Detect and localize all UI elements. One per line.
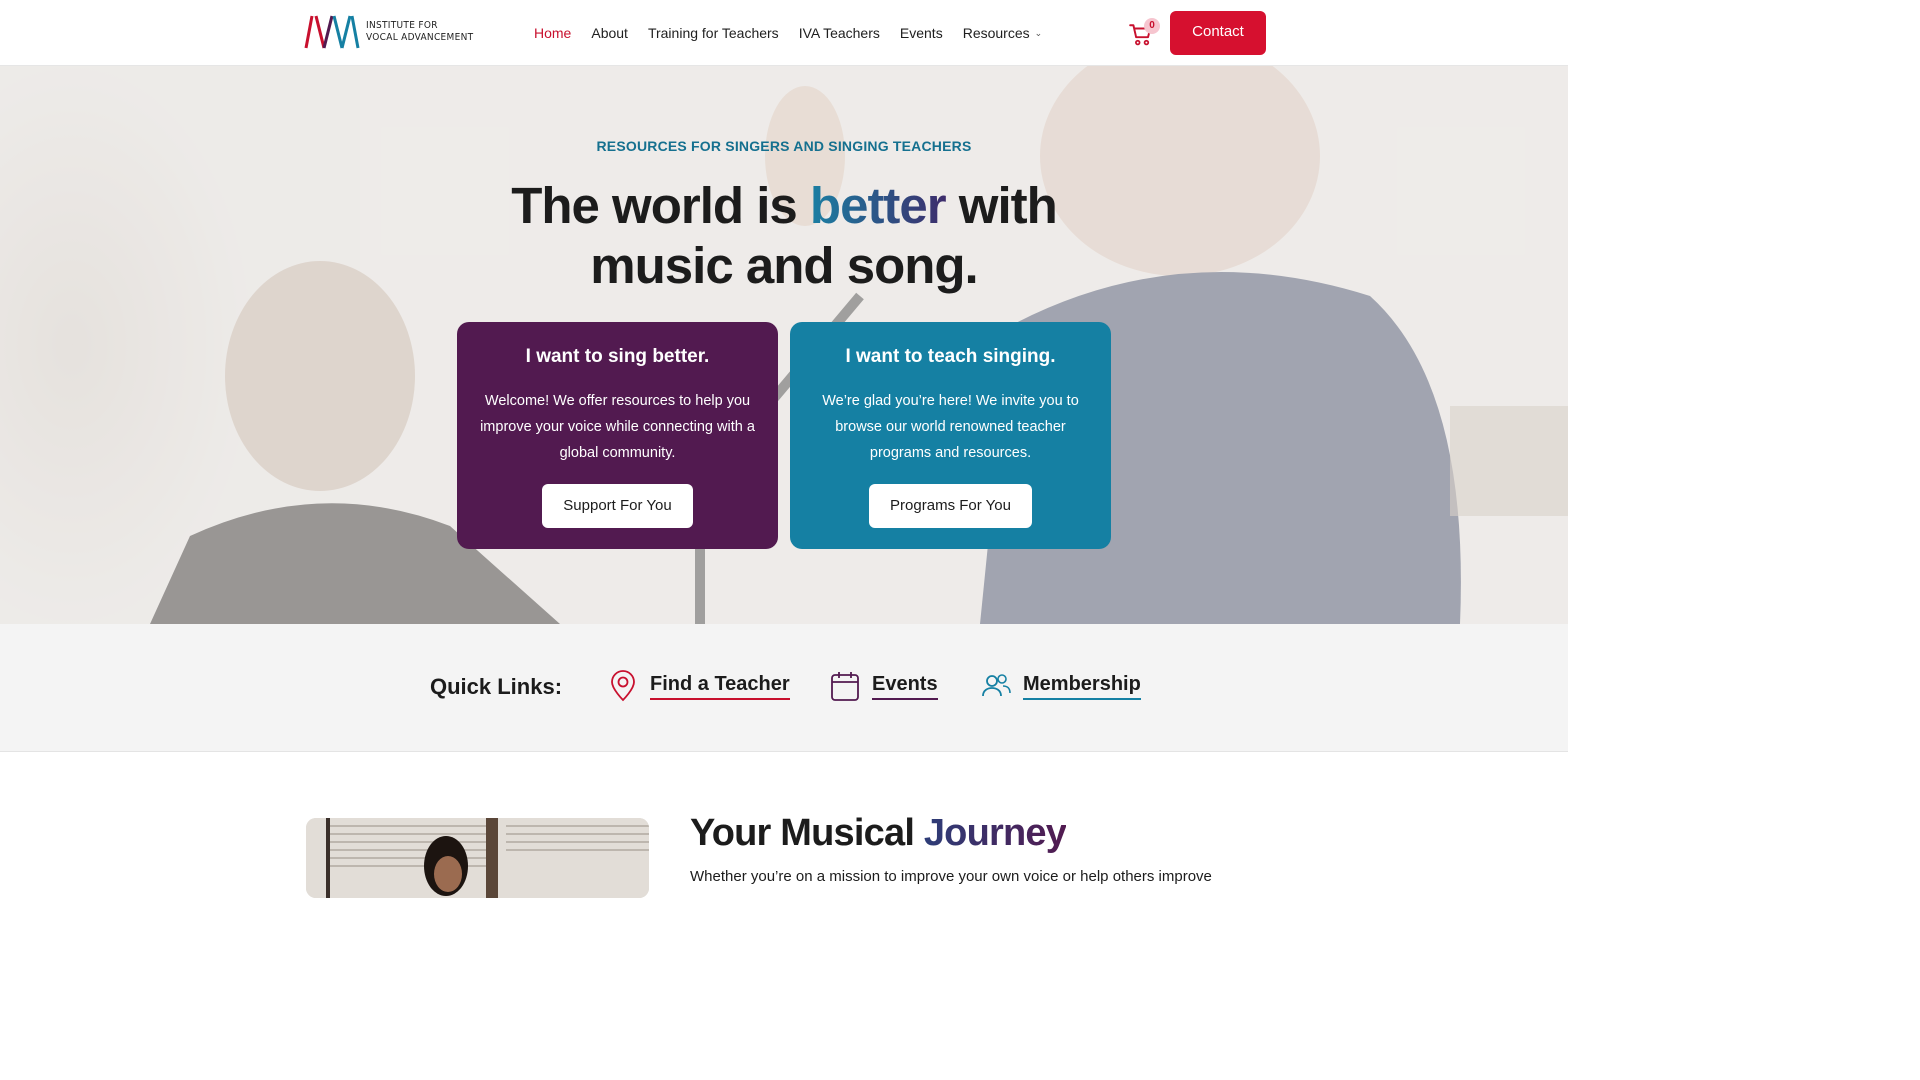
main-nav: Home About Training for Teachers IVA Tea…	[524, 22, 1052, 44]
quick-links-title: Quick Links:	[430, 674, 563, 699]
journey-title: Your Musical Journey	[690, 812, 1067, 855]
site-header: INSTITUTE FOR VOCAL ADVANCEMENT Home Abo…	[0, 0, 1568, 66]
sing-card-title: I want to sing better.	[525, 346, 710, 367]
journey-text: Whether you’re on a mission to improve y…	[690, 868, 1212, 885]
journey-title-accent: Journey	[923, 812, 1067, 854]
logo-line-1: INSTITUTE FOR	[366, 20, 438, 31]
logo-text: INSTITUTE FOR VOCAL ADVANCEMENT	[366, 20, 473, 44]
sing-better-card: I want to sing better. Welcome! We offer…	[457, 322, 778, 549]
iva-logo-mark-icon	[304, 15, 360, 49]
nav-iva-teachers[interactable]: IVA Teachers	[799, 25, 880, 41]
hero-headline: The world is better with music and song.	[0, 176, 1568, 296]
journey-photo-image	[306, 818, 649, 898]
journey-section: Your Musical Journey Whether you’re on a…	[0, 752, 1568, 898]
nav-resources[interactable]: Resources ⌄	[963, 25, 1042, 41]
hero-eyebrow: RESOURCES FOR SINGERS AND SINGING TEACHE…	[596, 138, 972, 154]
headline-part-2: with	[945, 177, 1058, 234]
users-icon	[982, 674, 1011, 697]
support-for-you-button[interactable]: Support For You	[542, 484, 693, 528]
headline-line-2: music and song.	[590, 237, 978, 294]
quick-link-membership[interactable]: Membership	[981, 668, 1141, 704]
nav-resources-label: Resources	[962, 25, 1030, 41]
find-a-teacher-label: Find a Teacher	[650, 673, 790, 700]
membership-label: Membership	[1023, 673, 1141, 700]
map-pin-icon	[611, 670, 635, 702]
teach-singing-card: I want to teach singing. We’re glad you’…	[790, 322, 1111, 549]
teach-card-title: I want to teach singing.	[845, 346, 1056, 367]
quick-link-find-a-teacher[interactable]: Find a Teacher	[608, 668, 790, 704]
cart-button[interactable]: 0	[1128, 18, 1160, 48]
quick-link-events[interactable]: Events	[830, 668, 938, 704]
nav-events[interactable]: Events	[900, 25, 943, 41]
iva-logo[interactable]: INSTITUTE FOR VOCAL ADVANCEMENT	[302, 14, 477, 50]
cart-count-badge: 0	[1144, 18, 1160, 34]
quick-links-section: Quick Links: Find a Teacher Events Membe…	[0, 624, 1568, 752]
sing-card-body: Welcome! We offer resources to help you …	[480, 393, 755, 461]
calendar-icon	[831, 672, 859, 701]
hero-section: RESOURCES FOR SINGERS AND SINGING TEACHE…	[0, 66, 1568, 624]
logo-line-2: VOCAL ADVANCEMENT	[366, 32, 474, 43]
headline-accent: better	[809, 177, 947, 234]
events-label: Events	[872, 673, 938, 700]
nav-training-for-teachers[interactable]: Training for Teachers	[648, 25, 779, 41]
journey-photo	[306, 818, 649, 898]
journey-title-part-1: Your Musical	[690, 812, 924, 854]
contact-button[interactable]: Contact	[1170, 11, 1266, 55]
programs-for-you-button[interactable]: Programs For You	[869, 484, 1032, 528]
nav-about[interactable]: About	[591, 25, 628, 41]
teach-card-body: We’re glad you’re here! We invite you to…	[822, 393, 1079, 461]
headline-part-1: The world is	[511, 177, 810, 234]
chevron-down-icon: ⌄	[1034, 28, 1043, 38]
nav-home[interactable]: Home	[534, 25, 571, 41]
